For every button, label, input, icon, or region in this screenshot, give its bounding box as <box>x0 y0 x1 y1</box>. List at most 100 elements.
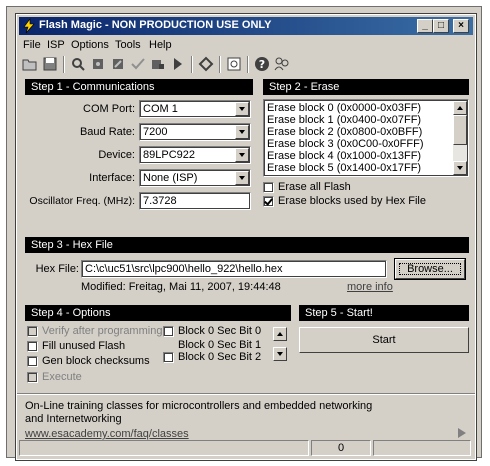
toolbar-separator <box>219 56 221 73</box>
fill-unused-label: Fill unused Flash <box>42 340 126 352</box>
erase-block-list[interactable]: Erase block 0 (0x0000-0x03FF) Erase bloc… <box>263 99 469 177</box>
toolbar: ? <box>19 53 473 77</box>
open-icon[interactable] <box>21 55 39 73</box>
close-button[interactable]: × <box>453 19 469 33</box>
program-icon[interactable] <box>149 55 167 73</box>
list-item[interactable]: Erase block 1 (0x0400-0x07FF) <box>267 114 421 126</box>
toolbar-separator <box>63 56 65 73</box>
chip-blank-icon[interactable] <box>89 55 107 73</box>
help-icon[interactable]: ? <box>253 55 271 73</box>
checkbox-box[interactable] <box>263 181 274 193</box>
scroll-up-icon[interactable] <box>453 101 467 115</box>
maximize-button[interactable]: □ <box>433 19 449 33</box>
execute-label: Execute <box>42 371 82 383</box>
step5-heading: Step 5 - Start! <box>299 305 469 321</box>
step1-heading: Step 1 - Communications <box>25 79 253 95</box>
baud-rate-value: 7200 <box>143 126 168 138</box>
play-arrow-icon[interactable] <box>457 427 467 439</box>
interface-select[interactable]: None (ISP) <box>139 169 251 187</box>
list-item[interactable]: Erase block 5 (0x1400-0x17FF) <box>267 162 421 174</box>
checkbox-box[interactable] <box>163 351 174 363</box>
status-pane-count: 0 <box>311 440 371 456</box>
window-title: Flash Magic - NON PRODUCTION USE ONLY <box>39 19 272 31</box>
jump-icon[interactable] <box>197 55 215 73</box>
menu-options[interactable]: Options <box>71 39 109 51</box>
erase-used-checkbox[interactable]: Erase blocks used by Hex File <box>263 195 426 207</box>
fill-unused-checkbox[interactable]: Fill unused Flash <box>27 340 125 352</box>
chevron-down-icon[interactable] <box>235 171 249 185</box>
list-item[interactable]: Erase block 0 (0x0000-0x03FF) <box>267 102 421 114</box>
oscillator-value: 7.3728 <box>143 195 177 207</box>
svg-text:?: ? <box>259 58 265 71</box>
erase-all-checkbox[interactable]: Erase all Flash <box>263 181 351 193</box>
status-pane-extra <box>373 440 471 456</box>
device-select[interactable]: 89LPC922 <box>139 146 251 164</box>
scroll-thumb[interactable] <box>453 115 467 145</box>
verify-check-icon[interactable] <box>129 55 147 73</box>
modified-text: Modified: Freitag, Mai 11, 2007, 19:44:4… <box>81 281 281 293</box>
chevron-down-icon[interactable] <box>235 148 249 162</box>
list-item[interactable]: Erase block 2 (0x0800-0x0BFF) <box>267 126 422 138</box>
oscillator-input[interactable]: 7.3728 <box>139 192 251 210</box>
gen-checksums-label: Gen block checksums <box>42 355 150 367</box>
erase-used-label: Erase blocks used by Hex File <box>278 195 426 207</box>
minimize-button[interactable]: _ <box>417 19 433 33</box>
start-button[interactable]: Start <box>299 327 469 353</box>
chevron-down-icon[interactable] <box>235 125 249 139</box>
com-port-value: COM 1 <box>143 103 178 115</box>
checkbox-box[interactable] <box>263 195 274 207</box>
start-label: Start <box>372 334 396 346</box>
hex-view-icon[interactable] <box>225 55 243 73</box>
users-icon[interactable] <box>273 55 291 73</box>
checkbox-box[interactable] <box>27 340 38 352</box>
baud-rate-label: Baud Rate: <box>79 126 135 138</box>
interface-label: Interface: <box>89 172 135 184</box>
chip-erase-icon[interactable] <box>109 55 127 73</box>
hex-file-input[interactable]: C:\c\uc51\src\lpc900\hello_922\hello.hex <box>81 260 387 278</box>
more-info-link[interactable]: more info <box>347 281 393 293</box>
oscillator-label: Oscillator Freq. (MHz): <box>29 195 135 207</box>
status-pane-main <box>19 440 309 456</box>
hex-file-label: Hex File: <box>35 263 79 275</box>
gen-checksums-checkbox[interactable]: Gen block checksums <box>27 355 150 367</box>
sec-bits-down-icon[interactable] <box>273 347 287 361</box>
checkbox-box[interactable] <box>27 371 38 383</box>
status-bar: 0 <box>19 439 473 457</box>
save-icon[interactable] <box>41 55 59 73</box>
step2-heading: Step 2 - Erase <box>263 79 469 95</box>
baud-rate-select[interactable]: 7200 <box>139 123 251 141</box>
menu-help[interactable]: Help <box>149 39 172 51</box>
verify-checkbox[interactable]: Verify after programming <box>27 325 162 337</box>
list-item[interactable]: Erase block 4 (0x1000-0x13FF) <box>267 150 421 162</box>
sec-bit2-checkbox[interactable]: Block 0 Sec Bit 2 <box>163 351 261 363</box>
sec-bit1-checkbox[interactable]: Block 0 Sec Bit 1 <box>163 339 261 351</box>
com-port-select[interactable]: COM 1 <box>139 100 251 118</box>
menu-file[interactable]: File <box>23 39 41 51</box>
erase-all-label: Erase all Flash <box>278 181 351 193</box>
scroll-down-icon[interactable] <box>453 161 467 175</box>
checkbox-box[interactable] <box>27 355 38 367</box>
checkbox-box[interactable] <box>163 325 174 337</box>
execute-checkbox[interactable]: Execute <box>27 371 82 383</box>
browse-button[interactable]: Browse... <box>394 258 466 280</box>
sec-bits-up-icon[interactable] <box>273 327 287 341</box>
sec-bit0-checkbox[interactable]: Block 0 Sec Bit 0 <box>163 325 261 337</box>
chevron-down-icon[interactable] <box>235 102 249 116</box>
device-value: 89LPC922 <box>143 149 195 161</box>
go-arrow-icon[interactable] <box>169 55 187 73</box>
menu-tools[interactable]: Tools <box>115 39 141 51</box>
menu-bar: File ISP Options Tools Help <box>19 37 473 53</box>
verify-label: Verify after programming <box>42 325 163 337</box>
flash-magic-app-icon <box>23 18 35 34</box>
menu-isp[interactable]: ISP <box>47 39 65 51</box>
toolbar-separator <box>191 56 193 73</box>
erase-list-scrollbar[interactable] <box>453 101 467 175</box>
com-port-label: COM Port: <box>83 103 135 115</box>
focus-rect <box>399 263 461 275</box>
title-bar[interactable]: Flash Magic - NON PRODUCTION USE ONLY _ … <box>19 17 473 35</box>
list-item[interactable]: Erase block 3 (0x0C00-0x0FFF) <box>267 138 424 150</box>
checkbox-box[interactable] <box>27 325 38 337</box>
interface-value: None (ISP) <box>143 172 198 184</box>
sec-bit0-label: Block 0 Sec Bit 0 <box>178 325 262 337</box>
search-icon[interactable] <box>69 55 87 73</box>
